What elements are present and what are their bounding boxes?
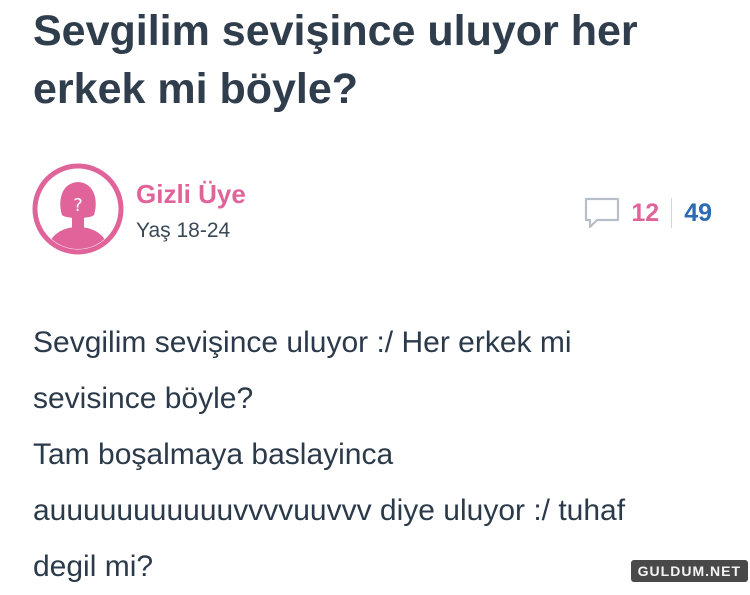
question-body-line: degil mi? [33, 550, 154, 583]
svg-text:?: ? [73, 195, 83, 216]
question-stats: 12 49 [583, 193, 712, 233]
question-body-line: auuuuuuuuuuuvvvvuuvvv diye uluyor :/ tuh… [33, 494, 626, 527]
author-row: ? Gizli Üye Yaş 18-24 12 49 [32, 163, 722, 259]
comment-count[interactable]: 12 [631, 199, 659, 228]
question-body: Sevgilim sevişince uluyor :/ Her erkek m… [33, 315, 733, 595]
question-body-line: Sevgilim sevişince uluyor :/ Her erkek m… [33, 326, 572, 359]
speech-bubble-icon[interactable] [583, 196, 621, 230]
site-watermark: GULDUM.NET [630, 560, 748, 582]
question-title-line-2: erkek mi böyle? [33, 65, 359, 113]
stats-divider [671, 198, 673, 228]
question-title-line-1: Sevgilim sevişince uluyor her [33, 7, 638, 55]
question-title: Sevgilim sevişince uluyor her erkek mi b… [33, 2, 733, 118]
question-body-line: Tam boşalmaya baslayinca [33, 438, 394, 471]
author-name[interactable]: Gizli Üye [136, 179, 246, 210]
author-age: Yaş 18-24 [136, 219, 231, 242]
question-body-line: sevisince böyle? [33, 382, 254, 415]
anonymous-female-avatar-icon[interactable]: ? [32, 163, 124, 255]
vote-count[interactable]: 49 [684, 199, 712, 228]
